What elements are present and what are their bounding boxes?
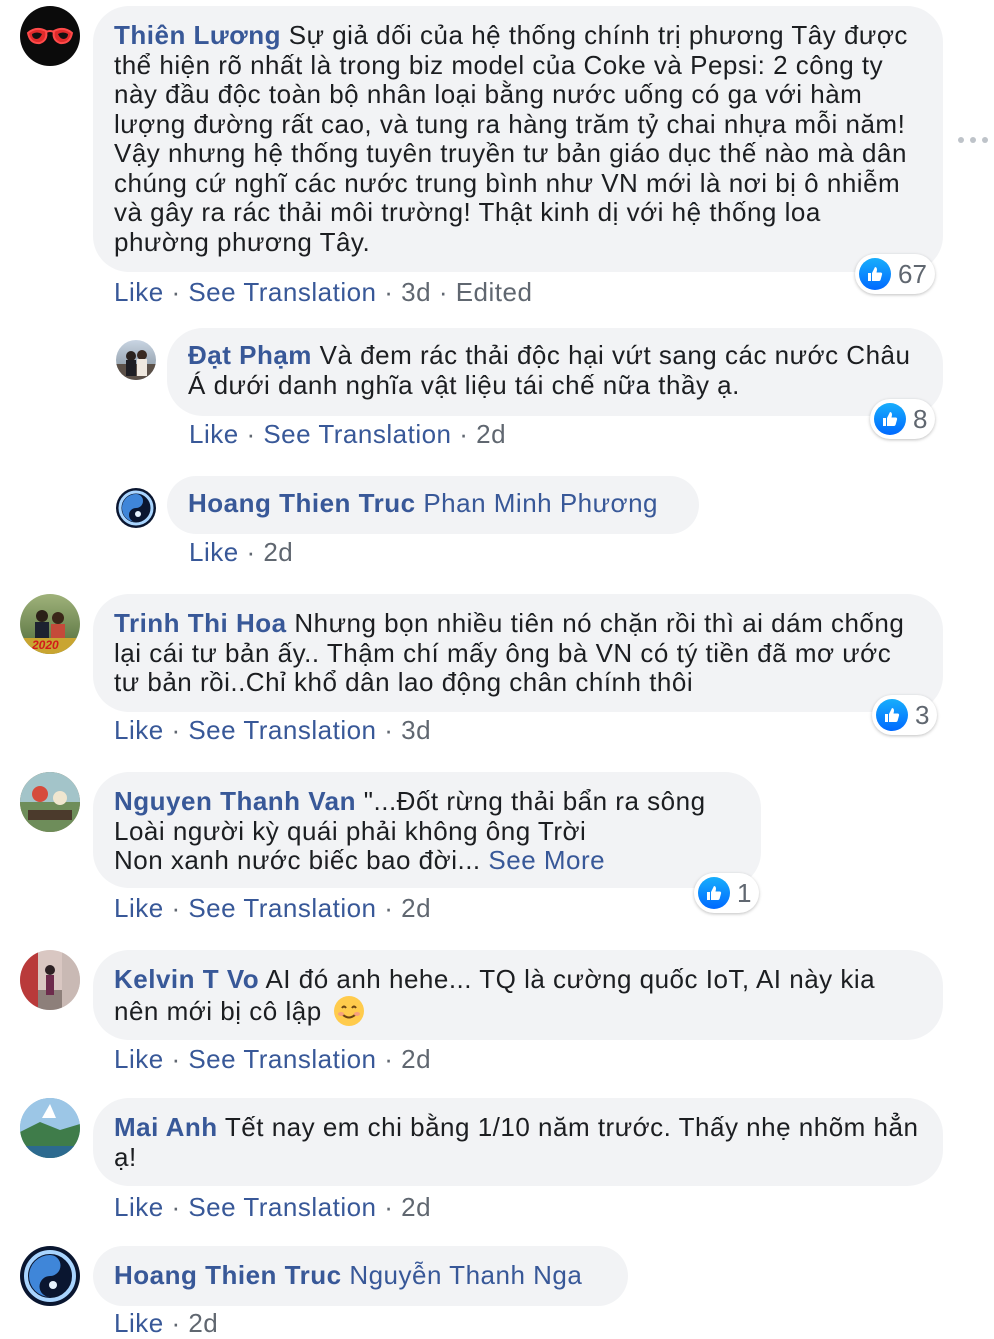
- comment-actions: Like · See Translation · 3d · Edited: [114, 277, 532, 308]
- like-thumb-icon: [859, 258, 891, 290]
- comment-author[interactable]: Kelvin T Vo: [114, 964, 259, 994]
- like-link[interactable]: Like: [114, 1192, 164, 1222]
- like-thumb-icon: [874, 403, 906, 435]
- comment-text-line: Non xanh nước biếc bao đời...: [114, 845, 481, 875]
- comment-bubble: Kelvin T Vo AI đó anh hehe... TQ là cườn…: [93, 950, 943, 1040]
- reply-bubble: Hoang Thien Truc Phan Minh Phương: [167, 476, 699, 534]
- avatar[interactable]: [20, 1098, 80, 1158]
- separator: ·: [171, 1308, 181, 1338]
- avatar[interactable]: [116, 340, 156, 380]
- timestamp[interactable]: 2d: [401, 1192, 431, 1222]
- like-link[interactable]: Like: [114, 1044, 164, 1074]
- avatar-badge: 2020: [32, 638, 59, 652]
- reaction-number: 8: [913, 403, 928, 434]
- reply-actions: Like · See Translation · 2d: [189, 419, 506, 450]
- comment-actions: Like · 2d: [114, 1308, 218, 1339]
- comment-actions: Like · See Translation · 3d: [114, 715, 431, 746]
- see-translation-link[interactable]: See Translation: [188, 1044, 376, 1074]
- like-link[interactable]: Like: [189, 419, 239, 449]
- separator: ·: [171, 277, 181, 307]
- comment-text-line: "...Đốt rừng thải bẩn ra sông: [363, 786, 706, 816]
- comment-actions: Like · See Translation · 2d: [114, 893, 431, 924]
- avatar[interactable]: [20, 1246, 80, 1306]
- see-more-link[interactable]: See More: [488, 845, 605, 875]
- separator: ·: [459, 419, 469, 449]
- comment-bubble: Mai Anh Tết nay em chi bằng 1/10 năm trư…: [93, 1098, 943, 1186]
- see-translation-link[interactable]: See Translation: [188, 893, 376, 923]
- like-link[interactable]: Like: [114, 893, 164, 923]
- separator: ·: [384, 277, 394, 307]
- comment-actions: Like · See Translation · 2d: [114, 1192, 431, 1223]
- edited-label[interactable]: Edited: [456, 277, 533, 307]
- comment-text-line: Loài người kỳ quái phải không ông Trời: [114, 815, 587, 846]
- smiling-face-icon: [333, 995, 365, 1027]
- comment-actions: Like · See Translation · 2d: [114, 1044, 431, 1075]
- reaction-count[interactable]: 67: [855, 254, 935, 294]
- like-link[interactable]: Like: [114, 1308, 164, 1338]
- like-thumb-icon: [698, 877, 730, 909]
- see-translation-link[interactable]: See Translation: [188, 715, 376, 745]
- comment-author[interactable]: Nguyen Thanh Van: [114, 786, 356, 816]
- comment-author[interactable]: Trinh Thi Hoa: [114, 608, 287, 638]
- comment-bubble: Thiên Lương Sự giả dối của hệ thống chín…: [93, 6, 943, 272]
- timestamp[interactable]: 2d: [188, 1308, 218, 1338]
- comment-author[interactable]: Mai Anh: [114, 1112, 218, 1142]
- see-translation-link[interactable]: See Translation: [263, 419, 451, 449]
- comment-bubble: Hoang Thien Truc Nguyễn Thanh Nga: [93, 1246, 628, 1306]
- separator: ·: [171, 715, 181, 745]
- avatar[interactable]: 2020: [20, 594, 80, 654]
- separator: ·: [246, 419, 256, 449]
- comment-bubble: Trinh Thi Hoa Nhưng bọn nhiều tiên nó ch…: [93, 594, 943, 712]
- reply-actions: Like · 2d: [189, 537, 293, 568]
- reaction-number: 1: [737, 877, 752, 908]
- timestamp[interactable]: 2d: [263, 537, 293, 567]
- comment-bubble: Nguyen Thanh Van "...Đốt rừng thải bẩn r…: [93, 772, 761, 888]
- comment-text: Tết nay em chi bằng 1/10 năm trước. Thấy…: [114, 1112, 919, 1172]
- avatar[interactable]: [20, 6, 80, 66]
- reaction-number: 3: [915, 699, 930, 730]
- more-options-icon[interactable]: [958, 132, 988, 148]
- comment-author[interactable]: Hoang Thien Truc: [114, 1260, 342, 1290]
- separator: ·: [384, 1044, 394, 1074]
- timestamp[interactable]: 2d: [476, 419, 506, 449]
- see-translation-link[interactable]: See Translation: [188, 277, 376, 307]
- separator: ·: [171, 1192, 181, 1222]
- reaction-number: 67: [898, 258, 927, 289]
- timestamp[interactable]: 2d: [401, 1044, 431, 1074]
- mention-link[interactable]: Phan Minh Phương: [423, 488, 658, 518]
- separator: ·: [384, 893, 394, 923]
- separator: ·: [384, 715, 394, 745]
- separator: ·: [171, 893, 181, 923]
- comment-text: Sự giả dối của hệ thống chính trị phương…: [114, 20, 908, 257]
- reply-author[interactable]: Đạt Phạm: [188, 340, 312, 370]
- avatar[interactable]: [20, 772, 80, 832]
- reaction-count[interactable]: 3: [872, 695, 938, 735]
- mention-link[interactable]: Nguyễn Thanh Nga: [349, 1260, 582, 1290]
- timestamp[interactable]: 3d: [401, 715, 431, 745]
- separator: ·: [246, 537, 256, 567]
- reaction-count[interactable]: 1: [694, 873, 760, 913]
- reaction-count[interactable]: 8: [870, 399, 936, 439]
- like-link[interactable]: Like: [114, 277, 164, 307]
- like-link[interactable]: Like: [114, 715, 164, 745]
- avatar[interactable]: [116, 488, 156, 528]
- like-thumb-icon: [876, 699, 908, 731]
- timestamp[interactable]: 2d: [401, 893, 431, 923]
- separator: ·: [171, 1044, 181, 1074]
- like-link[interactable]: Like: [189, 537, 239, 567]
- separator: ·: [438, 277, 448, 307]
- reply-bubble: Đạt Phạm Và đem rác thải độc hại vứt san…: [167, 328, 943, 416]
- see-translation-link[interactable]: See Translation: [188, 1192, 376, 1222]
- separator: ·: [384, 1192, 394, 1222]
- timestamp[interactable]: 3d: [401, 277, 431, 307]
- avatar[interactable]: [20, 950, 80, 1010]
- comment-author[interactable]: Thiên Lương: [114, 20, 281, 50]
- reply-author[interactable]: Hoang Thien Truc: [188, 488, 416, 518]
